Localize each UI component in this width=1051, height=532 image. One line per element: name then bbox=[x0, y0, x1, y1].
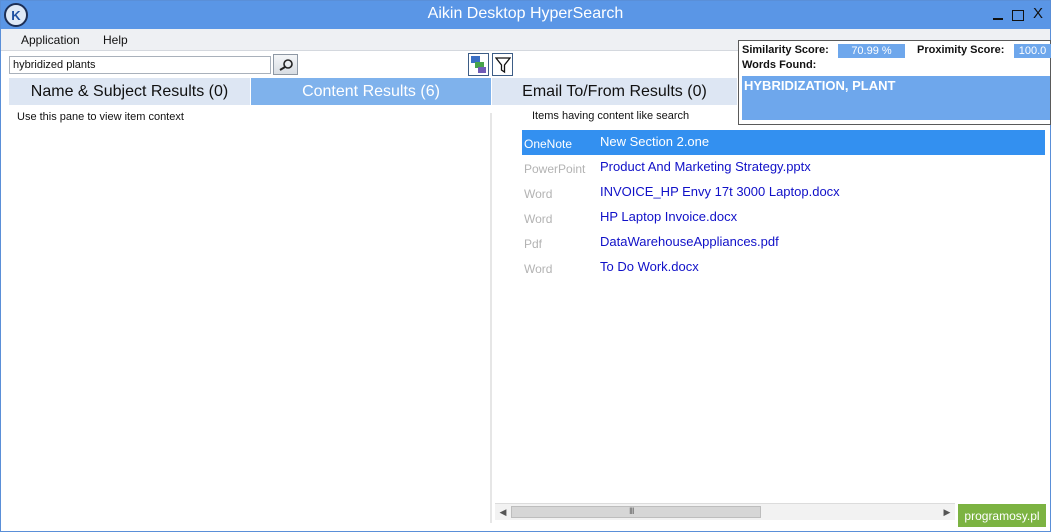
watermark: programosy.pl bbox=[958, 504, 1046, 527]
scroll-thumb[interactable]: III bbox=[511, 506, 761, 518]
result-name[interactable]: DataWarehouseAppliances.pdf bbox=[600, 234, 779, 249]
result-type: Word bbox=[524, 262, 553, 276]
scroll-right-arrow-icon[interactable]: ▶ bbox=[939, 504, 955, 520]
horizontal-scrollbar[interactable]: ◀ III ▶ bbox=[495, 503, 955, 520]
menu-help[interactable]: Help bbox=[103, 33, 128, 47]
result-type: Word bbox=[524, 187, 553, 201]
words-found-value: HYBRIDIZATION, PLANT bbox=[744, 78, 896, 93]
minimize-button[interactable] bbox=[990, 5, 1006, 23]
window-controls: X bbox=[990, 5, 1046, 23]
proximity-score-label: Proximity Score: bbox=[917, 44, 1005, 56]
minimize-icon bbox=[993, 18, 1003, 20]
list-item[interactable]: Word HP Laptop Invoice.docx bbox=[522, 205, 1045, 230]
result-type: PowerPoint bbox=[524, 162, 586, 176]
scroll-left-arrow-icon[interactable]: ◀ bbox=[495, 504, 511, 520]
result-name[interactable]: INVOICE_HP Envy 17t 3000 Laptop.docx bbox=[600, 184, 840, 199]
result-name[interactable]: HP Laptop Invoice.docx bbox=[600, 209, 737, 224]
tab-email-results[interactable]: Email To/From Results (0) bbox=[492, 78, 737, 105]
close-icon: X bbox=[1032, 5, 1043, 22]
result-name[interactable]: Product And Marketing Strategy.pptx bbox=[600, 159, 811, 174]
app-window: K Aikin Desktop HyperSearch X Applicatio… bbox=[0, 0, 1051, 532]
tab-content-results[interactable]: Content Results (6) bbox=[251, 78, 491, 105]
title-bar: K Aikin Desktop HyperSearch X bbox=[1, 1, 1050, 29]
maximize-icon bbox=[1012, 10, 1024, 21]
result-type: OneNote bbox=[524, 137, 573, 151]
result-type: Word bbox=[524, 212, 553, 226]
results-hint: Items having content like search bbox=[532, 110, 690, 122]
tab-name-subject[interactable]: Name & Subject Results (0) bbox=[9, 78, 250, 105]
list-item[interactable]: Pdf DataWarehouseAppliances.pdf bbox=[522, 230, 1045, 255]
context-pane-hint: Use this pane to view item context bbox=[17, 111, 184, 123]
close-button[interactable]: X bbox=[1030, 5, 1046, 23]
similarity-score-label: Similarity Score: bbox=[742, 44, 829, 56]
list-item[interactable]: PowerPoint Product And Marketing Strateg… bbox=[522, 155, 1045, 180]
menu-application[interactable]: Application bbox=[21, 33, 80, 47]
window-title: Aikin Desktop HyperSearch bbox=[427, 5, 624, 22]
maximize-button[interactable] bbox=[1010, 5, 1026, 23]
similarity-score-value: 70.99 % bbox=[838, 44, 905, 58]
scroll-grip: III bbox=[629, 506, 634, 516]
words-found-box: HYBRIDIZATION, PLANT bbox=[742, 76, 1050, 120]
words-found-label: Words Found: bbox=[742, 59, 817, 71]
result-type: Pdf bbox=[524, 237, 543, 251]
result-name[interactable]: New Section 2.one bbox=[600, 134, 709, 149]
magnifier-icon bbox=[278, 58, 293, 71]
windows-stack-icon bbox=[471, 56, 486, 73]
context-view-button[interactable] bbox=[468, 53, 489, 76]
score-panel: Similarity Score: 70.99 % Proximity Scor… bbox=[738, 40, 1051, 125]
list-item[interactable]: Word To Do Work.docx bbox=[522, 255, 1045, 280]
result-name[interactable]: To Do Work.docx bbox=[600, 259, 699, 274]
search-input[interactable] bbox=[9, 56, 271, 74]
results-list: OneNote New Section 2.one PowerPoint Pro… bbox=[522, 130, 1045, 280]
pane-divider[interactable] bbox=[490, 113, 492, 523]
filter-button[interactable] bbox=[492, 53, 513, 76]
search-button[interactable] bbox=[273, 54, 298, 75]
proximity-score-value: 100.0 bbox=[1014, 44, 1051, 58]
list-item[interactable]: OneNote New Section 2.one bbox=[522, 130, 1045, 155]
list-item[interactable]: Word INVOICE_HP Envy 17t 3000 Laptop.doc… bbox=[522, 180, 1045, 205]
filter-icon bbox=[494, 56, 511, 73]
